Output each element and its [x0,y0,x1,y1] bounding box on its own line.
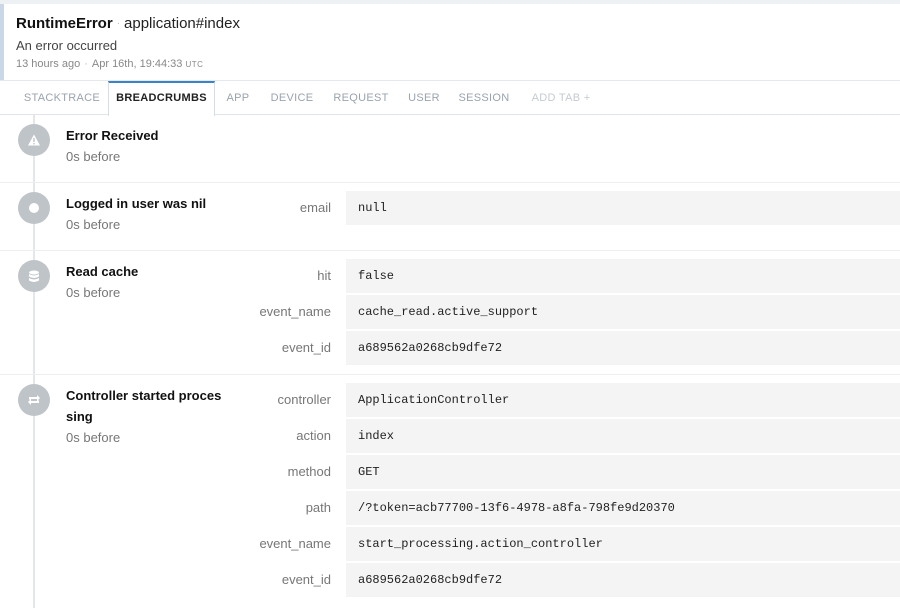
metadata-key: path [305,500,331,515]
title-separator: · [116,18,121,29]
error-message: An error occurred [16,38,118,53]
breadcrumb-time: 0s before [66,285,121,300]
tab-add[interactable]: ADD TAB + [522,81,600,115]
warning-icon [18,124,50,156]
metadata-key: method [287,464,331,479]
metadata-key: event_name [259,536,331,551]
metadata-value: /?token=acb77700-13f6-4978-a8fa-798fe9d2… [346,491,900,525]
breadcrumb-title: Controller started processing [66,388,222,424]
error-class: RuntimeError [16,15,113,32]
metadata-key: controller [277,392,331,407]
meta-separator: · [84,58,88,70]
metadata-value: cache_read.active_support [346,295,900,329]
tab-device[interactable]: DEVICE [264,81,320,115]
breadcrumb-title: Read cache [66,264,139,279]
tab-session[interactable]: SESSION [452,81,516,115]
metadata-value: false [346,259,900,293]
metadata-key: event_id [281,572,331,587]
breadcrumb-item: Error Received 0s before [0,116,900,183]
circle-dot-icon [18,192,50,224]
tab-user[interactable]: USER [402,81,446,115]
breadcrumb-item: Controller started processing 0s before … [0,375,900,608]
tab-request[interactable]: REQUEST [326,81,396,115]
tab-bar: STACKTRACE BREADCRUMBS APP DEVICE REQUES… [0,80,900,116]
relative-time: 13 hours ago [16,58,81,70]
tab-app[interactable]: APP [218,81,258,115]
metadata-key: email [299,200,331,215]
metadata-value: a689562a0268cb9dfe72 [346,331,900,365]
metadata-value: a689562a0268cb9dfe72 [346,563,900,597]
timestamp: Apr 16th, 19:44:33 [91,58,183,70]
breadcrumb-title: Logged in user was nil [66,196,207,211]
metadata-key: event_id [281,340,331,355]
breadcrumb-time: 0s before [66,149,121,164]
breadcrumb-title: Error Received [66,128,159,143]
metadata-value: null [346,191,900,225]
metadata-value: index [346,419,900,453]
metadata-value: start_processing.action_controller [346,527,900,561]
error-header: RuntimeError · application#index An error … [0,4,900,80]
breadcrumb-item: Logged in user was nil 0s before email n… [0,183,900,251]
metadata-value: GET [346,455,900,489]
metadata-key: hit [317,268,331,283]
breadcrumb-time: 0s before [66,430,121,445]
error-title: RuntimeError · application#index [16,15,240,32]
tab-breadcrumbs[interactable]: BREADCRUMBS [108,81,215,116]
error-meta: 13 hours ago · Apr 16th, 19:44:33 UTC [16,58,203,70]
refresh-icon [18,384,50,416]
breadcrumb-item: Read cache 0s before hit false event_nam… [0,251,900,375]
timezone: UTC [185,60,204,69]
tab-stacktrace[interactable]: STACKTRACE [16,81,108,115]
breadcrumb-time: 0s before [66,217,121,232]
database-icon [18,260,50,292]
metadata-key: event_name [259,304,331,319]
metadata-key: action [296,428,331,443]
metadata-value: ApplicationController [346,383,900,417]
error-context: application#index [124,15,240,32]
